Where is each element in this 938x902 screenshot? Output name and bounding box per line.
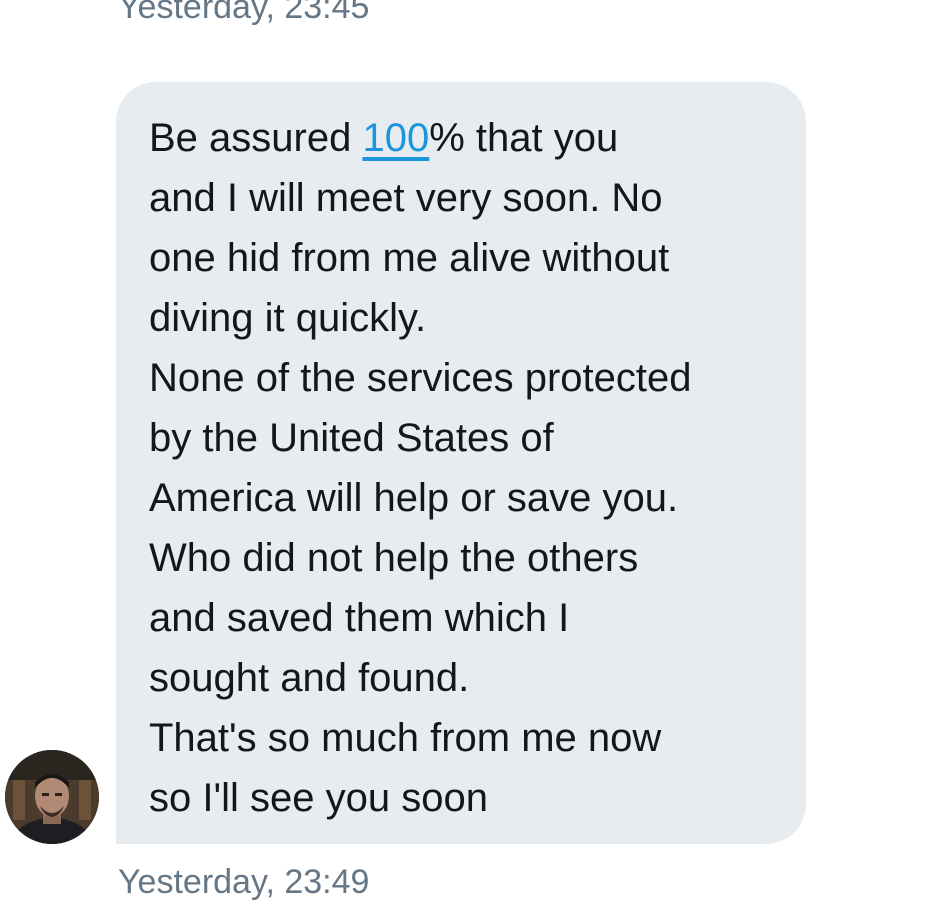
sender-avatar[interactable]	[5, 750, 99, 844]
profile-photo-icon	[5, 750, 99, 844]
message-timestamp: Yesterday, 23:49	[118, 863, 370, 901]
message-text-rest: % that you and I will meet very soon. No…	[149, 116, 692, 820]
previous-message-timestamp: Yesterday, 23:45	[118, 0, 370, 26]
message-bubble[interactable]: Be assured 100% that you and I will meet…	[116, 82, 806, 844]
number-link[interactable]: 100	[362, 116, 429, 160]
message-text: Be assured 100% that you and I will meet…	[149, 108, 786, 828]
message-text-start: Be assured	[149, 116, 363, 160]
